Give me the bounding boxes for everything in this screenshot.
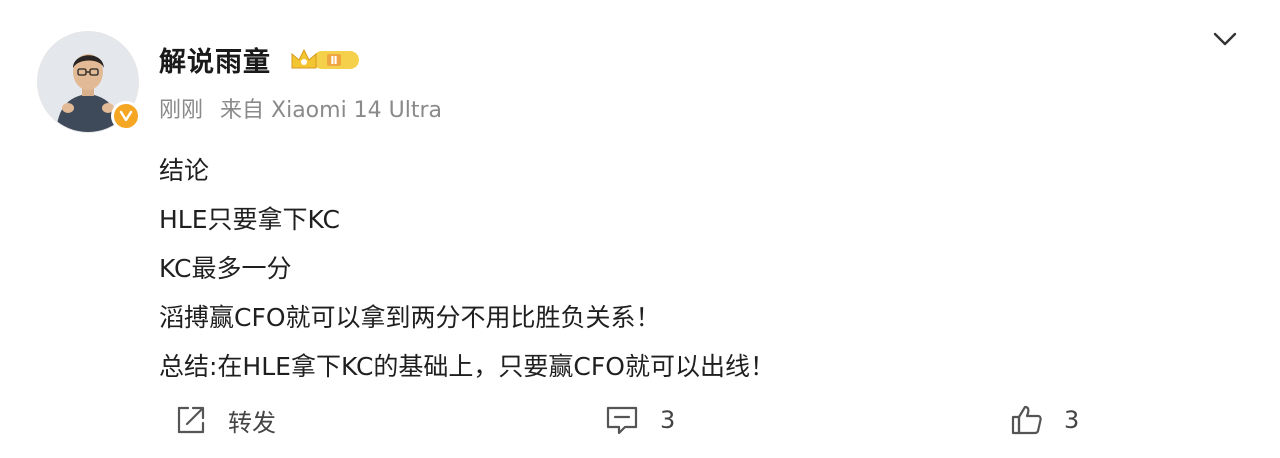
post-line: 总结:在HLE拿下KC的基础上，只要赢CFO就可以出线！ <box>159 352 775 381</box>
like-count: 3 <box>1064 406 1080 434</box>
post-meta: 刚刚 来自 Xiaomi 14 Ultra <box>159 92 442 124</box>
verified-icon <box>114 104 138 128</box>
post-line: HLE只要拿下KC <box>159 205 341 234</box>
comment-icon <box>606 406 638 435</box>
repost-button[interactable]: 转发 <box>174 395 276 445</box>
like-icon <box>1011 405 1042 435</box>
repost-label: 转发 <box>228 408 276 437</box>
comment-count: 3 <box>660 406 676 434</box>
avatar-container[interactable] <box>37 31 141 133</box>
comment-button[interactable]: 3 <box>604 395 675 445</box>
verified-badge <box>111 101 141 131</box>
post-source: 来自 Xiaomi 14 Ultra <box>220 98 443 123</box>
weibo-post: 解说雨童 Ⅱ 刚刚 来自 Xiaomi 14 Ultra 结论 HLE只要拿下K… <box>0 0 1280 458</box>
badge-level: Ⅱ <box>330 54 337 67</box>
timestamp: 刚刚 <box>159 98 204 123</box>
post-line: 滔搏赢CFO就可以拿到两分不用比胜负关系！ <box>159 303 661 332</box>
post-content: 结论 HLE只要拿下KC KC最多一分 滔搏赢CFO就可以拿到两分不用比胜负关系… <box>159 146 1219 391</box>
repost-icon <box>177 406 205 434</box>
action-bar: 转发 3 3 <box>0 395 1280 445</box>
crown-badge-icon[interactable]: Ⅱ <box>289 46 363 74</box>
post-line: 结论 <box>159 156 210 185</box>
post-line: KC最多一分 <box>159 254 292 283</box>
like-button[interactable]: 3 <box>1010 395 1079 445</box>
username[interactable]: 解说雨童 <box>159 40 271 79</box>
chevron-down-icon[interactable] <box>1211 25 1239 53</box>
